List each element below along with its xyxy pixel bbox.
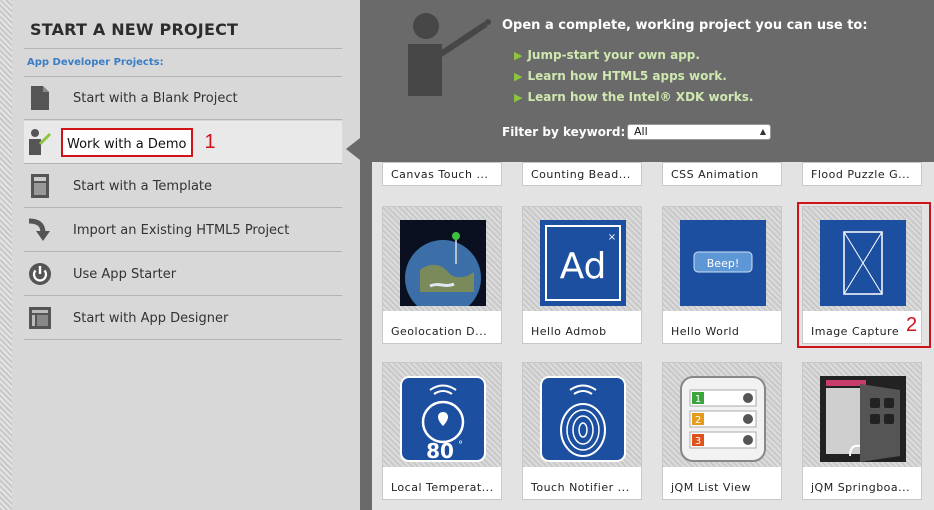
power-icon [27,260,53,288]
left-stripe [0,0,12,510]
demo-tile[interactable]: CSS Animation [662,162,782,186]
demo-tile-touch-notifier[interactable]: Touch Notifier ... [522,362,642,500]
earth-icon [400,220,486,316]
bullet-arrow-icon: ▶ [514,90,523,104]
demo-tile-admob[interactable]: Ad × Hello Admob [522,206,642,344]
menu-item-label: Start with a Template [73,178,213,194]
chevron-updown-icon: ▲ [759,127,766,136]
menu-item-label: Work with a Demo [67,136,187,152]
fingerprint-icon [540,376,626,462]
left-panel: START A NEW PROJECT App Developer Projec… [12,0,360,510]
annotation-marker-2: 2 [906,314,918,336]
bullet-arrow-icon: ▶ [514,69,523,83]
ad-icon: Ad × [540,220,626,306]
demo-highlight: Work with a Demo [61,127,193,157]
demo-tile-geolocation[interactable]: Geolocation D... [382,206,502,344]
intro-heading: Open a complete, working project you can… [502,18,868,33]
menu-item-label: Start with a Blank Project [73,90,238,106]
menu-item-app-starter[interactable]: Use App Starter [24,253,342,296]
template-icon [27,172,53,200]
svg-text:°: ° [458,440,463,451]
svg-text:80: 80 [426,439,454,462]
menu-item-demo[interactable]: Work with a Demo 1 [24,121,342,164]
annotation-marker-1: 1 [204,130,216,153]
springboard-icon [820,376,906,462]
svg-text:Beep!: Beep! [707,257,739,270]
svg-text:×: × [608,232,616,243]
list-view-icon: 1 2 3 [680,376,766,462]
presenter-icon [402,10,492,104]
menu-item-blank-project[interactable]: Start with a Blank Project [24,77,342,120]
beep-button-icon: Beep! [680,220,766,306]
bullet-item: ▶ Learn how HTML5 apps work. [514,69,727,83]
document-icon [27,84,53,112]
filter-label: Filter by keyword: [502,125,626,139]
demo-tile[interactable]: Canvas Touch ... [382,162,502,186]
demo-tile-hello-world[interactable]: Beep! Hello World [662,206,782,344]
demo-tile-local-temperature[interactable]: 80 ° Local Temperat... [382,362,502,500]
menu-item-template[interactable]: Start with a Template [24,165,342,208]
divider [24,48,342,49]
demo-tile[interactable]: Flood Puzzle G... [802,162,922,186]
filter-select[interactable]: All ▲ [627,124,771,140]
bullet-arrow-icon: ▶ [514,48,523,62]
svg-text:1: 1 [695,394,701,405]
menu-item-import[interactable]: Import an Existing HTML5 Project [24,209,342,252]
filter-value: All [634,125,648,138]
bullet-item: ▶ Jump-start your own app. [514,48,700,62]
menu-item-app-designer[interactable]: Start with App Designer [24,297,342,340]
svg-text:3: 3 [695,436,701,447]
right-panel: Open a complete, working project you can… [360,0,934,510]
thermometer-location-icon: 80 ° [400,376,486,463]
section-label: App Developer Projects: [27,57,164,68]
designer-icon [27,304,53,332]
presenter-icon [27,128,53,156]
panel-pointer [346,138,360,160]
demo-tile-jqm-list-view[interactable]: 1 2 3 jQM List View [662,362,782,500]
menu-item-label: Start with App Designer [73,310,229,326]
svg-text:2: 2 [695,415,701,426]
menu-item-label: Use App Starter [73,266,177,282]
bullet-item: ▶ Learn how the Intel® XDK works. [514,90,754,104]
demo-tile-jqm-springboard[interactable]: jQM Springboa... [802,362,922,500]
svg-text:Ad: Ad [560,246,607,287]
menu-item-label: Import an Existing HTML5 Project [73,222,290,238]
import-arrow-icon [27,216,53,244]
panel-title: START A NEW PROJECT [30,20,239,39]
demo-tile[interactable]: Counting Bead... [522,162,642,186]
